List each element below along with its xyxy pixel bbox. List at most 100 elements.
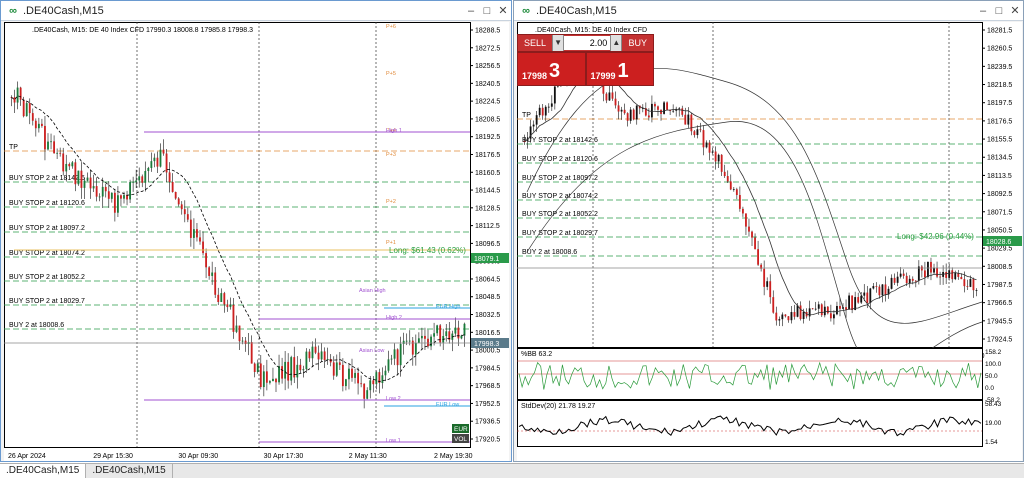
price-chart-svg[interactable]: .DE40Cash, M15: DE 40 Index CFD 18281.5 18…	[517, 22, 1022, 461]
level-label: Low 2	[386, 396, 401, 402]
close-icon[interactable]: ✕	[495, 4, 511, 17]
candle-body	[174, 191, 177, 199]
candle-body	[732, 189, 735, 191]
candle-body	[287, 361, 290, 381]
tab-chart-1[interactable]: .DE40Cash,M15	[0, 464, 87, 478]
candle-body	[748, 226, 750, 232]
candle-body	[460, 335, 463, 339]
candle-body	[711, 151, 714, 153]
candle-body	[614, 98, 617, 106]
chevron-up-icon[interactable]: ▲	[610, 35, 623, 51]
candle-body	[53, 141, 55, 154]
y-tick-label: 17952.5	[475, 401, 500, 408]
chart-background	[4, 22, 509, 461]
candle-body	[117, 195, 119, 213]
candle-body	[778, 319, 781, 321]
candle-body	[390, 358, 393, 360]
candle-body	[696, 129, 699, 136]
level-label: High 2	[386, 315, 402, 321]
candle-body	[775, 312, 778, 321]
candle-body	[16, 87, 19, 103]
candle-body	[693, 131, 696, 136]
chevron-down-icon[interactable]: ▼	[552, 35, 565, 51]
y-tick-label: 18092.5	[987, 191, 1012, 198]
buy-price-pips: 1	[617, 60, 629, 82]
candle-body	[454, 327, 457, 334]
candle-body	[723, 171, 726, 177]
level-label: Asian Low	[359, 348, 384, 354]
candle-body	[180, 204, 183, 210]
candle-body	[811, 308, 814, 310]
candle-body	[177, 198, 180, 205]
candle-body	[393, 349, 396, 359]
buy-button[interactable]: BUY	[622, 35, 653, 51]
candle-body	[25, 103, 28, 117]
candle-body	[65, 163, 68, 172]
maximize-icon[interactable]: □	[479, 5, 495, 17]
chart-window-right[interactable]: ∞ .DE40Cash,M15 – □ ✕ .DE40Cash, M15: DE…	[513, 0, 1024, 462]
window-title-bar[interactable]: ∞ .DE40Cash,M15 – □ ✕	[514, 1, 1023, 21]
chart-window-left[interactable]: ∞ .DE40Cash,M15 – □ ✕ .DE40Cash, M15: DE…	[0, 0, 512, 462]
candle-body	[126, 195, 128, 200]
candle-body	[396, 349, 399, 366]
y-tick-label: 18240.5	[475, 81, 500, 88]
candle-body	[113, 192, 116, 213]
buy-price-button[interactable]: 17999 1	[585, 52, 654, 86]
chart-area[interactable]: .DE40Cash, M15: DE 40 Index CFD 18281.5 18…	[517, 22, 1022, 466]
candle-body	[317, 352, 320, 360]
candle-body	[914, 280, 917, 282]
candle-body	[278, 366, 280, 383]
x-tick-label: 30 Apr 17:30	[264, 453, 304, 460]
sell-button[interactable]: SELL	[518, 35, 552, 51]
y-tick-label: 17987.5	[987, 282, 1012, 289]
stddev-tick-label: 19.00	[985, 420, 1002, 427]
y-tick-label: 18176.5	[987, 118, 1012, 125]
y-tick-label: 18096.5	[475, 241, 500, 248]
buy-price-main: 17999	[590, 71, 616, 81]
tab-chart-2[interactable]: .DE40Cash,M15	[86, 464, 173, 478]
candle-body	[50, 141, 52, 143]
candle-body	[948, 270, 951, 278]
candle-body	[708, 142, 711, 153]
window-title-bar[interactable]: ∞ .DE40Cash,M15 – □ ✕	[1, 1, 511, 21]
candle-body	[123, 195, 125, 199]
sell-price-button[interactable]: 17998 3	[517, 52, 586, 86]
candle-body	[839, 305, 841, 309]
candle-body	[836, 305, 838, 315]
candle-body	[375, 372, 378, 385]
level-label: EUR High	[436, 304, 460, 310]
candle-body	[214, 272, 217, 295]
y-tick-label: 18113.5	[987, 173, 1012, 180]
candle-body	[281, 366, 283, 379]
candle-body	[544, 106, 547, 116]
candle-body	[269, 381, 271, 383]
minimize-icon[interactable]: –	[975, 5, 991, 17]
chart-area[interactable]: .DE40Cash, M15: DE 40 Index CFD 17990.3 …	[4, 22, 509, 466]
candle-body	[22, 99, 25, 117]
x-tick-label: 2 May 11:30	[349, 453, 387, 460]
candle-body	[159, 149, 162, 167]
candle-body	[59, 152, 62, 154]
candle-body	[34, 120, 37, 129]
candle-body	[945, 271, 948, 278]
price-chart-svg[interactable]: .DE40Cash, M15: DE 40 Index CFD 17990.3 …	[4, 22, 509, 461]
y-tick-label: 17966.5	[987, 300, 1012, 307]
window-title: .DE40Cash,M15	[536, 4, 617, 17]
volume-input[interactable]	[564, 36, 611, 50]
order-label: BUY STOP 2 at 18142.6	[9, 175, 85, 182]
maximize-icon[interactable]: □	[991, 5, 1007, 17]
candle-body	[80, 170, 83, 188]
candle-body	[120, 195, 122, 199]
x-tick-label: 2 May 19:30	[434, 453, 473, 460]
order-label: BUY STOP 2 at 18074.2	[522, 193, 598, 200]
candle-body	[787, 316, 790, 321]
candle-body	[754, 237, 756, 250]
candle-body	[332, 362, 335, 376]
chart-tab-bar: .DE40Cash,M15 .DE40Cash,M15	[0, 463, 1024, 478]
candle-body	[405, 340, 408, 342]
candle-body	[147, 167, 150, 172]
candle-body	[305, 351, 308, 370]
candle-body	[751, 231, 753, 238]
close-icon[interactable]: ✕	[1007, 4, 1023, 17]
minimize-icon[interactable]: –	[463, 5, 479, 17]
